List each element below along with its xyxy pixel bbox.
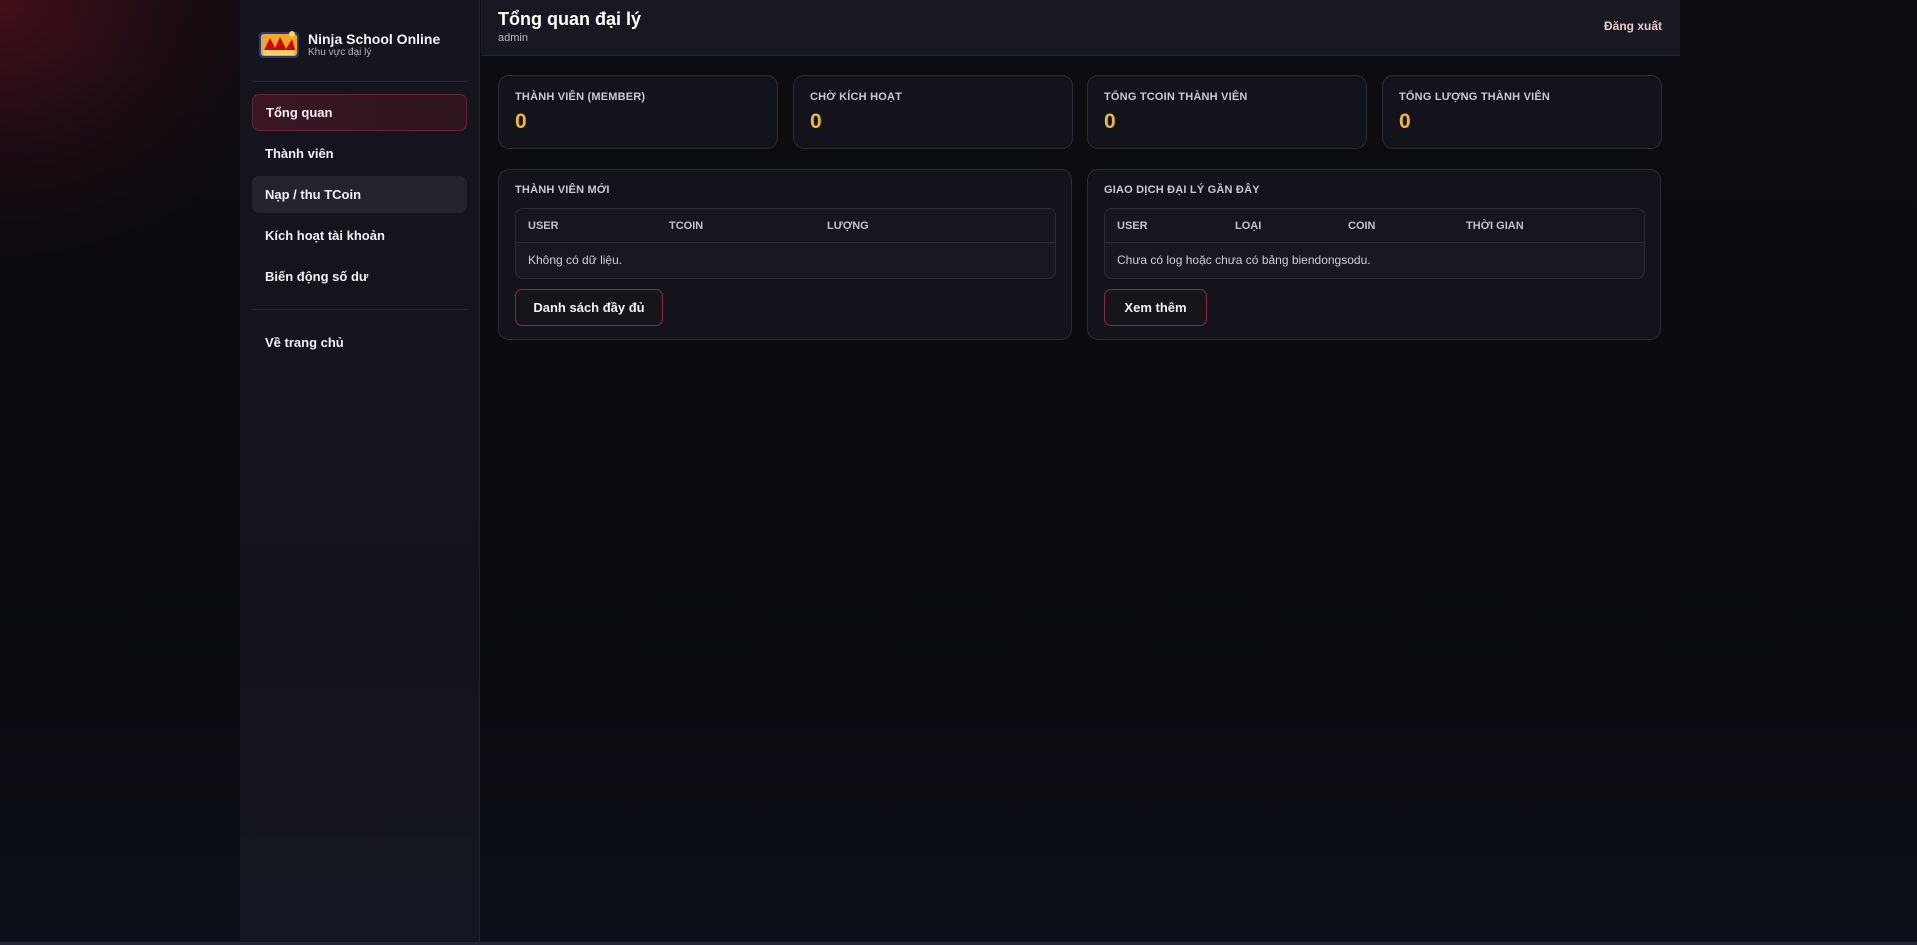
stat-label: THÀNH VIÊN (MEMBER) xyxy=(515,91,646,103)
recent-transactions-panel: GIAO DỊCH ĐẠI LÝ GẦN ĐÂY USER LOẠI COIN … xyxy=(1087,169,1661,340)
sidebar-divider xyxy=(252,81,468,82)
column-header-tcoin: TCOIN xyxy=(669,220,704,232)
sidebar-divider xyxy=(252,309,468,310)
column-header-time: THỜI GIAN xyxy=(1466,220,1524,232)
stat-card-total-tcoin: TỔNG TCOIN THÀNH VIÊN 0 xyxy=(1087,75,1367,149)
panel-title: GIAO DỊCH ĐẠI LÝ GẦN ĐÂY xyxy=(1104,184,1260,196)
sidebar-item-label: Nạp / thu TCoin xyxy=(265,187,362,202)
sidebar-item-label: Về trang chủ xyxy=(265,335,344,350)
column-header-user: USER xyxy=(528,220,559,232)
stat-value: 0 xyxy=(1104,110,1116,133)
empty-table-message: Chưa có log hoặc chưa có bảng biendongso… xyxy=(1117,253,1371,267)
stat-value: 0 xyxy=(810,110,822,133)
stat-card-pending-activation: CHỜ KÍCH HOẠT 0 xyxy=(793,75,1073,149)
topbar: Tổng quan đại lý admin Đăng xuất xyxy=(481,0,1680,56)
stat-card-members: THÀNH VIÊN (MEMBER) 0 xyxy=(498,75,778,149)
sidebar-item-label: Kích hoạt tài khoản xyxy=(265,228,385,243)
sidebar-item-tcoin[interactable]: Nạp / thu TCoin xyxy=(252,176,467,213)
see-more-button[interactable]: Xem thêm xyxy=(1104,289,1207,326)
brand-title: Ninja School Online xyxy=(308,31,441,47)
empty-table-message: Không có dữ liệu. xyxy=(528,253,623,267)
column-header-type: LOẠI xyxy=(1235,220,1262,232)
column-header-user: USER xyxy=(1117,220,1148,232)
new-members-panel: THÀNH VIÊN MỚI USER TCOIN LƯỢNG Không có… xyxy=(498,169,1072,340)
stat-card-total-luong: TỔNG LƯỢNG THÀNH VIÊN 0 xyxy=(1382,75,1662,149)
sidebar: Ninja School Online Khu vực đại lý Tổng … xyxy=(240,0,480,945)
ninja-school-logo-icon xyxy=(258,28,300,62)
page-title: Tổng quan đại lý xyxy=(498,9,641,29)
sidebar-item-activate-account[interactable]: Kích hoạt tài khoản xyxy=(252,217,467,254)
sidebar-item-overview[interactable]: Tổng quan xyxy=(252,94,467,131)
table-header: USER TCOIN LƯỢNG xyxy=(516,209,1055,243)
sidebar-item-home[interactable]: Về trang chủ xyxy=(252,324,467,361)
stat-label: TỔNG LƯỢNG THÀNH VIÊN xyxy=(1399,91,1551,103)
stat-label: TỔNG TCOIN THÀNH VIÊN xyxy=(1104,91,1248,103)
sidebar-item-label: Tổng quan xyxy=(266,105,333,120)
brand[interactable]: Ninja School Online Khu vực đại lý xyxy=(258,26,464,64)
current-username: admin xyxy=(498,32,528,44)
new-members-table: USER TCOIN LƯỢNG Không có dữ liệu. xyxy=(515,208,1056,279)
full-list-button[interactable]: Danh sách đầy đủ xyxy=(515,289,663,326)
recent-transactions-table: USER LOẠI COIN THỜI GIAN Chưa có log hoặ… xyxy=(1104,208,1645,279)
brand-subtitle: Khu vực đại lý xyxy=(308,47,372,58)
column-header-luong: LƯỢNG xyxy=(827,220,869,232)
sidebar-item-label: Biến động số dư xyxy=(265,269,369,284)
column-header-coin: COIN xyxy=(1348,220,1376,232)
stat-value: 0 xyxy=(515,110,527,133)
table-header: USER LOẠI COIN THỜI GIAN xyxy=(1105,209,1644,243)
panel-title: THÀNH VIÊN MỚI xyxy=(515,184,610,196)
logout-link[interactable]: Đăng xuất xyxy=(1604,19,1662,33)
sidebar-item-label: Thành viên xyxy=(265,146,334,161)
sidebar-item-balance-history[interactable]: Biến động số dư xyxy=(252,258,467,295)
stat-label: CHỜ KÍCH HOẠT xyxy=(810,91,903,103)
sidebar-item-members[interactable]: Thành viên xyxy=(252,135,467,172)
stat-value: 0 xyxy=(1399,110,1411,133)
